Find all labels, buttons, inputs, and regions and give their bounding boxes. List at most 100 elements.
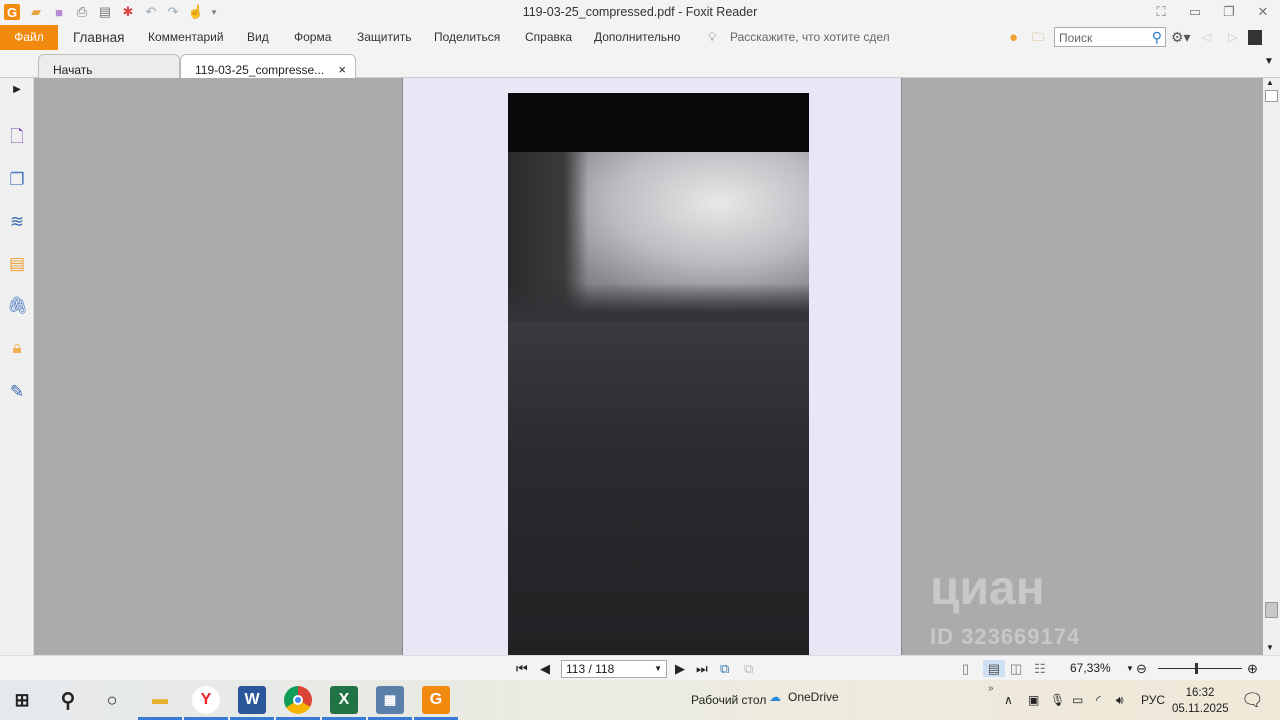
meet-now-icon[interactable]: ▣	[1028, 680, 1039, 720]
menu-form[interactable]: Форма	[294, 25, 331, 50]
language-indicator[interactable]: РУС	[1141, 680, 1165, 720]
window-title: 119-03-25_compressed.pdf - Foxit Reader	[522, 5, 758, 19]
next-view-icon[interactable]: ⧉	[744, 660, 753, 677]
page-value: 113 / 118	[566, 662, 615, 676]
tab-label: 119-03-25_compresse...	[195, 63, 325, 77]
file-explorer-icon[interactable]: ▬	[138, 686, 182, 720]
status-bar: ⏮ ◀ 113 / 118 ▼ ▶ ⏭ ⧉ ⧉ ▯ ▤ ◫ ☷ 67,33% ▼ …	[0, 655, 1280, 680]
toolbar-overflow[interactable]: »	[988, 680, 994, 720]
tell-me-input[interactable]: Расскажите, что хотите сдел	[730, 25, 890, 50]
search-box[interactable]: Поиск ⚲	[1054, 27, 1166, 47]
comments-icon[interactable]: ▤	[7, 254, 27, 274]
photo-dark-band	[508, 93, 809, 152]
ribbon-menu: Файл Главная Комментарий Вид Форма Защит…	[0, 25, 1280, 50]
page-photo	[508, 93, 809, 655]
windows-start-icon[interactable]: ⊞	[8, 686, 36, 714]
menu-view[interactable]: Вид	[247, 25, 269, 50]
taskbar: ⊞ ⚲ ○ ▬ Y W X ▦ G Рабочий стол ☁ OneDriv…	[0, 680, 1280, 720]
vertical-scrollbar[interactable]: ▲ ▼	[1263, 78, 1280, 655]
continuous-icon[interactable]: ▤	[983, 660, 1005, 677]
next-page-icon[interactable]: ▶	[675, 660, 685, 677]
scroll-up-icon[interactable]: ▲	[1266, 78, 1274, 87]
navigation-panel: ▶ 🗋︎ ❐ ≋ ▤ 🖇︎ 🔒︎ ✎	[0, 78, 34, 655]
battery-icon[interactable]: ▭	[1072, 680, 1083, 720]
show-hidden-icons[interactable]: ∧	[1004, 680, 1013, 720]
bookmark-icon[interactable]: 🗋︎	[7, 127, 27, 147]
layers-icon[interactable]: ≋	[7, 212, 27, 232]
last-page-icon[interactable]: ⏭	[696, 660, 708, 677]
wifi-icon[interactable]: ◜	[1096, 680, 1101, 720]
find-folder-icon[interactable]: 🗀︎	[1032, 25, 1044, 50]
foxit-reader-icon[interactable]: G	[414, 686, 458, 720]
tab-document[interactable]: 119-03-25_compresse... ×	[180, 54, 356, 78]
menu-extra[interactable]: Дополнительно	[594, 25, 680, 50]
microphone-icon[interactable]: 🎙︎	[1050, 680, 1065, 720]
security-icon[interactable]: 🔒︎	[7, 338, 27, 358]
volume-icon[interactable]: 🔊︎	[1116, 680, 1124, 720]
prev-view-icon[interactable]: ⧉	[720, 660, 729, 677]
continuous-facing-icon[interactable]: ☷	[1034, 660, 1046, 677]
watermark-id: ID 323669174	[930, 624, 1081, 649]
attachment-icon[interactable]: 🖇︎	[7, 296, 29, 316]
yandex-browser-icon[interactable]: Y	[184, 686, 228, 720]
desktop-toolbar-label[interactable]: Рабочий стол	[691, 680, 766, 720]
expand-panel-icon[interactable]: ▶	[7, 80, 27, 100]
zoom-out-icon[interactable]: ⊖	[1136, 660, 1147, 677]
fullscreen-icon[interactable]: ⛶	[1153, 4, 1169, 20]
signature-icon[interactable]: ✎	[7, 382, 27, 402]
single-page-icon[interactable]: ▯	[962, 660, 969, 677]
clock-date: 05.11.2025	[1172, 703, 1229, 715]
zoom-value[interactable]: 67,33%	[1070, 660, 1111, 677]
zoom-dropdown-icon[interactable]: ▼	[1126, 660, 1134, 677]
search-icon[interactable]: ⚲	[54, 686, 82, 714]
menu-comment[interactable]: Комментарий	[148, 25, 224, 50]
scroll-top-button[interactable]	[1265, 90, 1278, 102]
cortana-icon[interactable]: ○	[98, 686, 126, 714]
chrome-icon[interactable]	[276, 686, 320, 720]
menu-home[interactable]: Главная	[73, 25, 124, 50]
onedrive-label[interactable]: OneDrive	[788, 680, 839, 720]
excel-icon[interactable]: X	[322, 686, 366, 720]
prev-page-icon[interactable]: ◀	[540, 660, 550, 677]
search-icon[interactable]: ⚲	[1152, 29, 1162, 46]
minimize-button[interactable]: ▭	[1187, 4, 1203, 20]
watermark-brand: циан	[930, 562, 1045, 615]
back-icon[interactable]: ◁	[1202, 25, 1211, 50]
page-number-input[interactable]: 113 / 118 ▼	[561, 660, 667, 678]
cian-watermark: циан ID 323669174	[930, 565, 1080, 661]
tab-bar: Начать 119-03-25_compresse... × ▼	[0, 52, 1280, 78]
tab-start[interactable]: Начать	[38, 54, 180, 78]
zoom-slider[interactable]	[1158, 668, 1242, 669]
gear-icon[interactable]: ⚙▾	[1171, 25, 1191, 50]
close-tab-icon[interactable]: ×	[338, 62, 346, 77]
clock-time: 16:32	[1185, 687, 1215, 699]
notifications-icon[interactable]: 🗨︎	[1241, 680, 1264, 720]
lightbulb-icon: 💡︎	[708, 30, 717, 44]
calculator-icon[interactable]: ▦	[368, 686, 412, 720]
first-page-icon[interactable]: ⏮	[516, 660, 528, 677]
search-input[interactable]: Поиск	[1059, 31, 1092, 45]
onedrive-icon[interactable]: ☁	[769, 680, 781, 720]
heart-icon[interactable]: ●	[1009, 25, 1018, 50]
menu-protect[interactable]: Защитить	[357, 25, 411, 50]
ribbon-collapse-icon[interactable]: ▼	[1264, 56, 1274, 67]
pdf-page	[402, 78, 902, 655]
menu-help[interactable]: Справка	[525, 25, 572, 50]
facing-icon[interactable]: ◫	[1010, 660, 1022, 677]
clock[interactable]: 16:32 05.11.2025	[1172, 685, 1229, 717]
user-avatar-icon[interactable]	[1248, 30, 1262, 45]
tab-label: Начать	[53, 63, 93, 77]
close-button[interactable]: ✕	[1255, 4, 1271, 20]
photo-field	[508, 322, 809, 655]
zoom-slider-thumb[interactable]	[1194, 663, 1198, 674]
scroll-thumb[interactable]	[1265, 602, 1278, 618]
scroll-down-icon[interactable]: ▼	[1266, 643, 1274, 652]
title-bar: G ▰ ■ ⎙ ▤ ✱ ↶ ↷ ☝ ▾ 119-03-25_compressed…	[0, 0, 1280, 25]
forward-icon[interactable]: ▷	[1228, 25, 1237, 50]
word-icon[interactable]: W	[230, 686, 274, 720]
zoom-in-icon[interactable]: ⊕	[1247, 660, 1258, 677]
restore-button[interactable]: ❐	[1221, 4, 1237, 20]
menu-share[interactable]: Поделиться	[434, 25, 500, 50]
pages-icon[interactable]: ❐	[7, 170, 27, 190]
menu-file[interactable]: Файл	[0, 25, 58, 50]
